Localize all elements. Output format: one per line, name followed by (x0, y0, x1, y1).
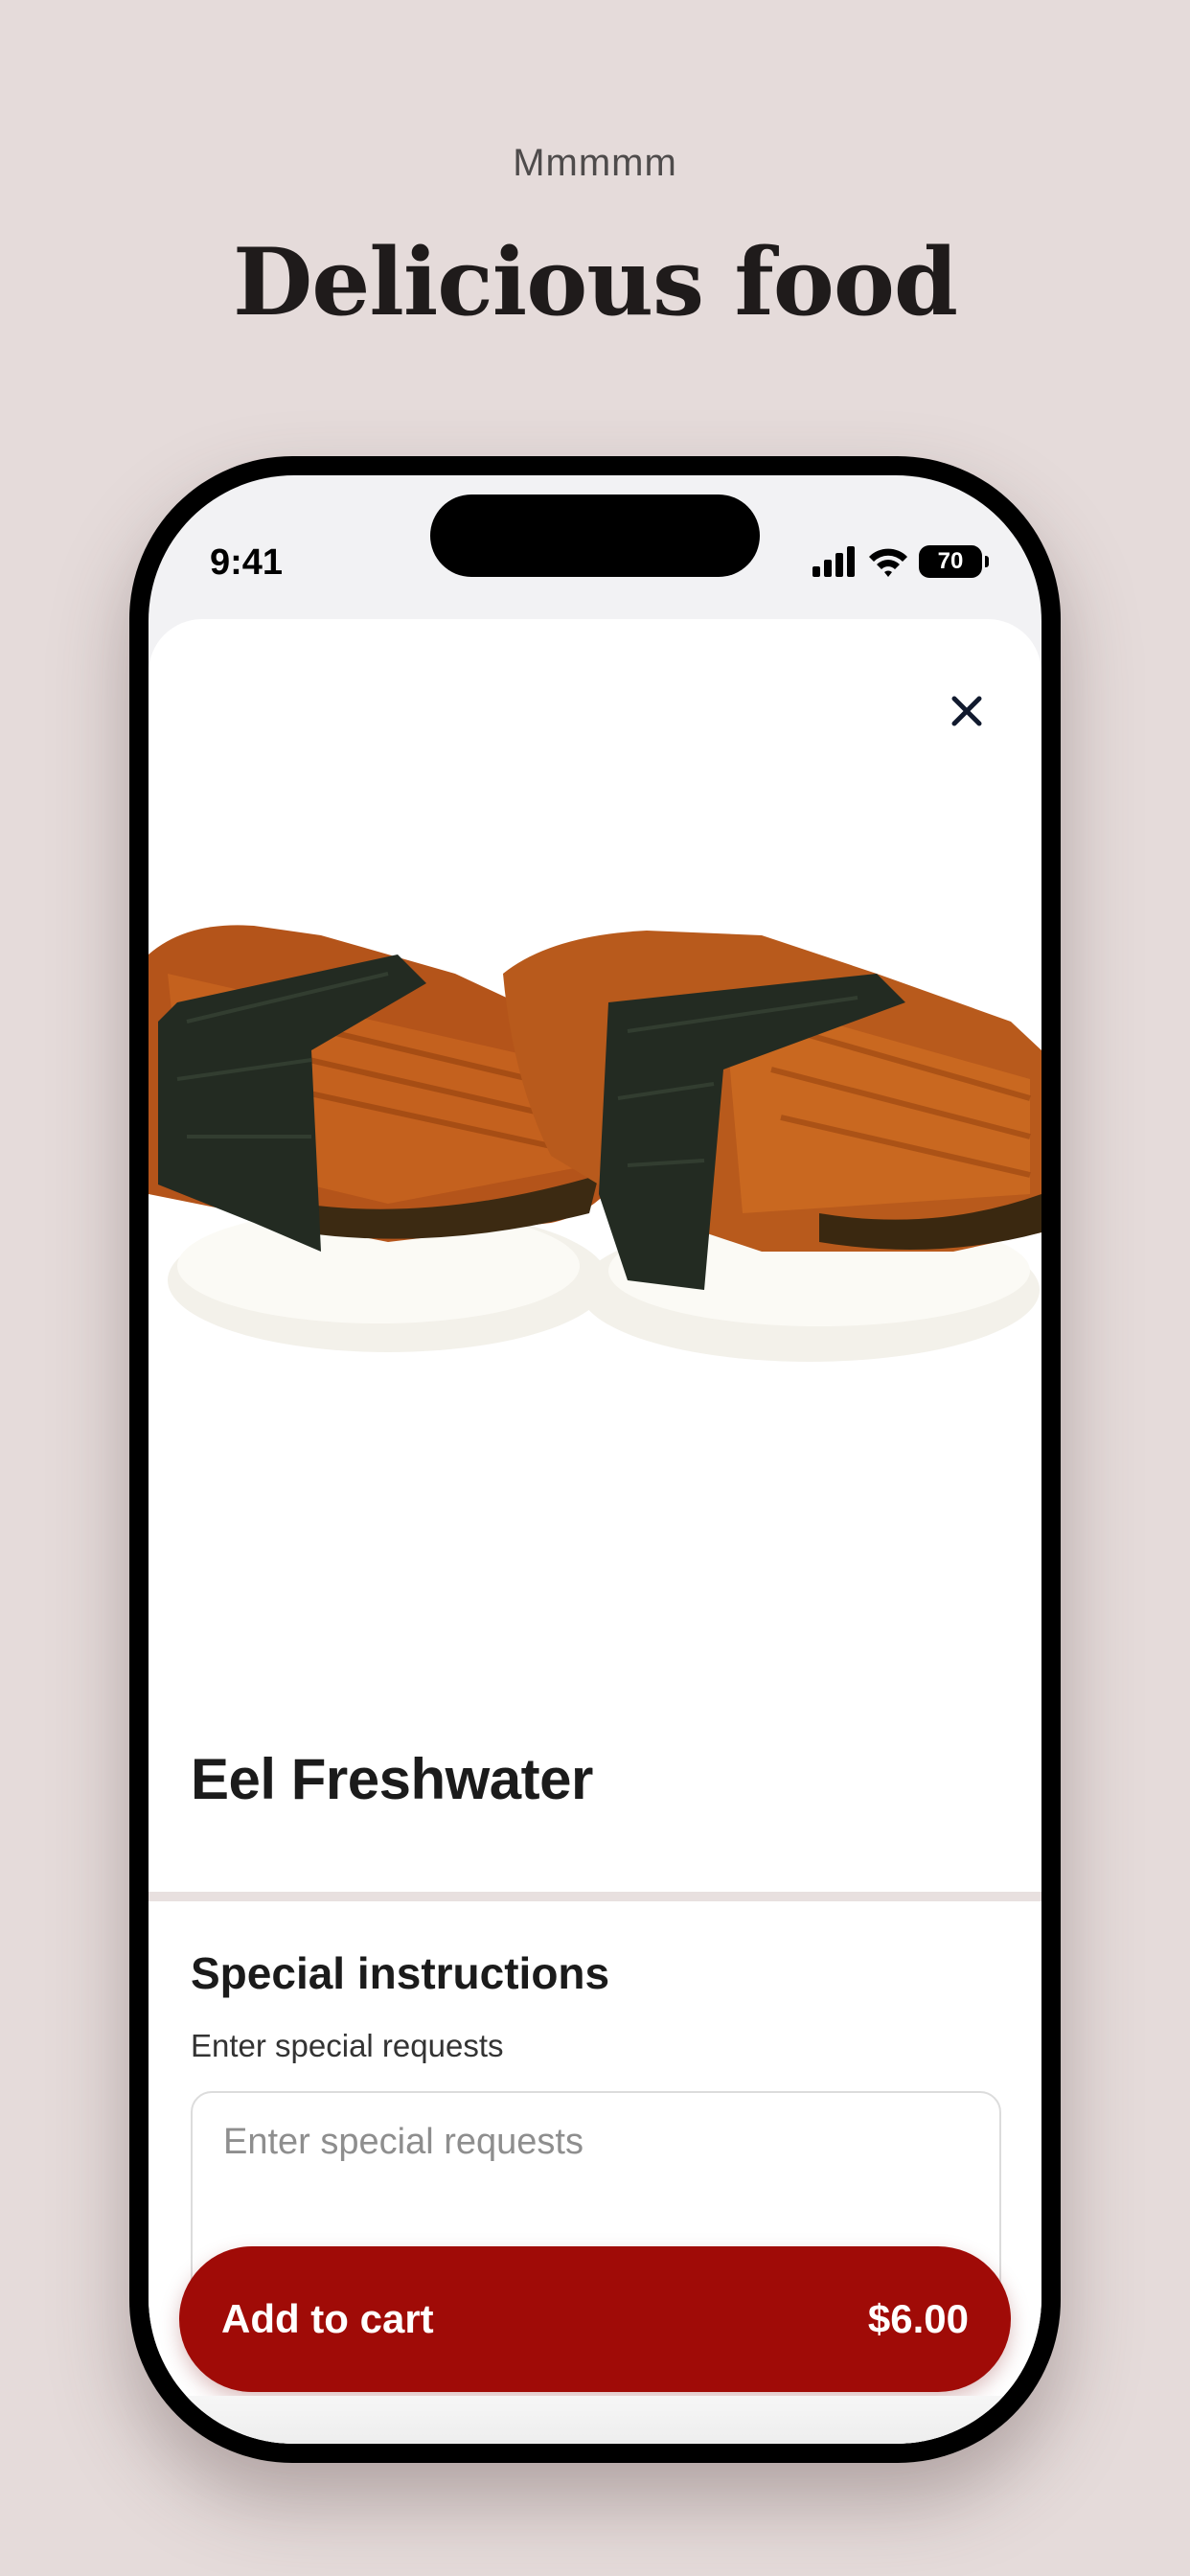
phone-frame: 9:41 70 Eel Freshwater Special instructi… (129, 456, 1061, 2463)
bottom-safe-area (149, 2396, 1041, 2444)
dynamic-island (430, 494, 760, 577)
battery-icon: 70 (919, 545, 989, 578)
status-icons: 70 (812, 542, 989, 581)
cellular-signal-icon (812, 546, 855, 577)
special-instructions-subtitle: Enter special requests (191, 2028, 504, 2063)
status-time: 9:41 (210, 542, 284, 583)
add-to-cart-button[interactable]: Add to cart $6.00 (179, 2246, 1011, 2392)
eyebrow-text: Mmmmm (513, 142, 677, 184)
product-sheet: Eel Freshwater Special instructions Ente… (149, 619, 1041, 2444)
phone-screen: 9:41 70 Eel Freshwater Special instructi… (149, 475, 1041, 2444)
eel-nigiri-image (149, 925, 1041, 1362)
close-button[interactable] (940, 684, 994, 738)
cart-price: $6.00 (867, 2296, 969, 2341)
wifi-icon (869, 548, 907, 577)
product-name: Eel Freshwater (191, 1747, 593, 1811)
add-to-cart-label: Add to cart (221, 2296, 434, 2341)
special-instructions-title: Special instructions (191, 1948, 610, 1998)
section-divider (149, 1892, 1041, 1901)
hero-title: Delicious food (233, 228, 958, 336)
close-icon (951, 696, 982, 726)
